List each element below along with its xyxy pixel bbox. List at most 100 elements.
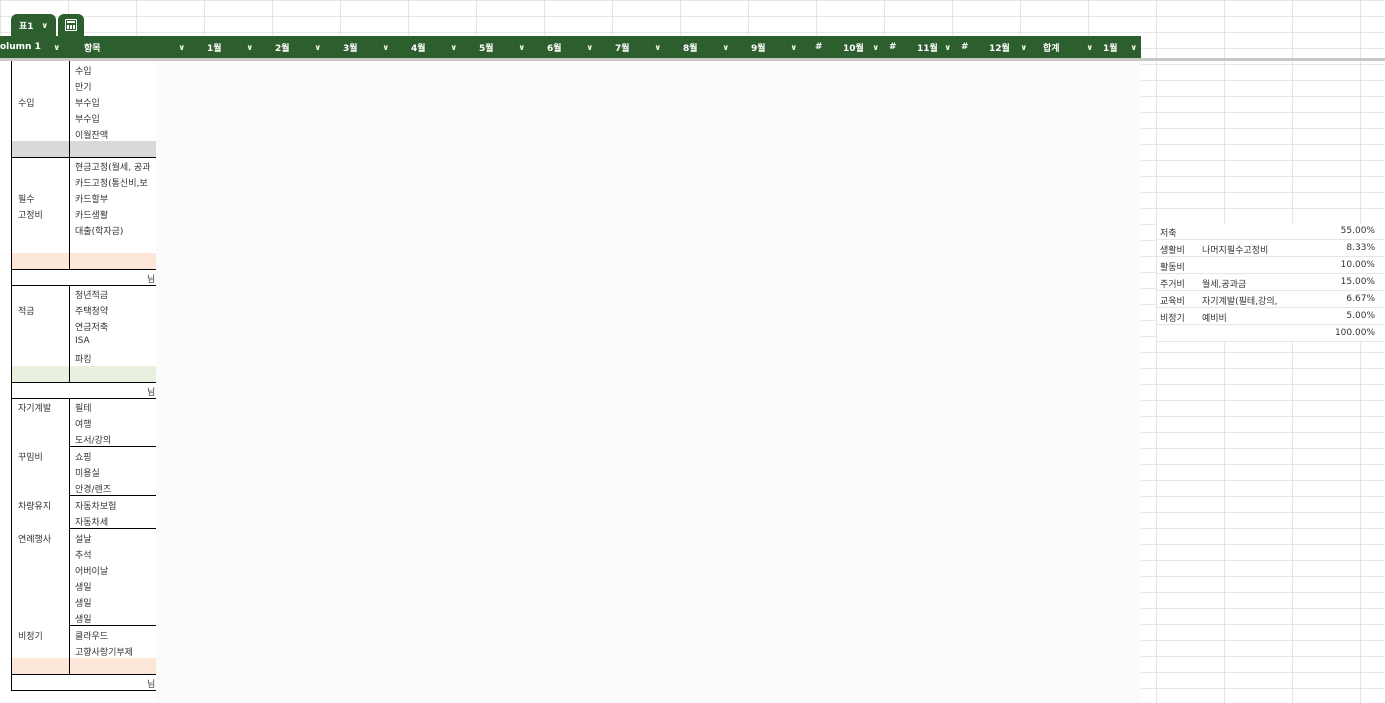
column-header-label: 합계 (1043, 43, 1060, 54)
table-row[interactable]: 생일 (0, 609, 156, 625)
column-header[interactable]: 5월 ∨ (463, 36, 531, 58)
section-border (69, 398, 70, 675)
section-border (11, 285, 12, 383)
column-header[interactable]: 4월 ∨ (395, 36, 463, 58)
table-row[interactable]: 대출(학자금) (0, 221, 156, 237)
chevron-down-icon[interactable]: ∨ (179, 43, 186, 52)
table-row[interactable]: 활동비 10.00% (1157, 257, 1385, 274)
column-header[interactable]: # (881, 36, 907, 58)
table-row[interactable]: 카드고정(통신비,보 (0, 173, 156, 189)
column-header[interactable]: 1월 ∨ (1099, 36, 1141, 58)
table-row[interactable]: 연금저축 (0, 317, 156, 333)
chevron-down-icon[interactable]: ∨ (723, 43, 730, 52)
chevron-down-icon[interactable]: ∨ (1021, 43, 1028, 52)
column-header-label: 3월 (343, 43, 358, 54)
table-row[interactable]: 비정기 클라우드 (0, 626, 156, 642)
column-header[interactable]: # (953, 36, 979, 58)
column-header[interactable]: 12월 ∨ (979, 36, 1031, 58)
chevron-down-icon[interactable]: ∨ (655, 43, 662, 52)
column-header-label: 9월 (751, 43, 766, 54)
chevron-down-icon[interactable]: ∨ (54, 43, 61, 52)
table-row[interactable]: 100.00% (1157, 325, 1385, 342)
item-label: 이월잔액 (75, 131, 109, 141)
column-header[interactable]: 11월 ∨ (907, 36, 953, 58)
column-header[interactable]: 8월 ∨ (667, 36, 735, 58)
column-header[interactable]: 3월 ∨ (327, 36, 395, 58)
column-header[interactable]: 9월 ∨ (735, 36, 803, 58)
table-row[interactable]: 만기 (0, 77, 156, 93)
table-row[interactable]: 도서/강의 (0, 430, 156, 446)
chevron-down-icon[interactable]: ∨ (587, 43, 594, 52)
ratio-pct: 55.00% (1340, 226, 1375, 236)
table-row[interactable]: ISA (0, 333, 156, 349)
chevron-down-icon[interactable]: ∨ (315, 43, 322, 52)
table-row[interactable]: 미용실 (0, 463, 156, 479)
column-header[interactable]: 10월 ∨ (835, 36, 881, 58)
ratio-pct: 10.00% (1340, 260, 1375, 270)
chevron-down-icon[interactable]: ∨ (519, 43, 526, 52)
table-row[interactable]: 생활비 나머지필수고정비 8.33% (1157, 240, 1385, 257)
income-total-row[interactable] (11, 141, 156, 157)
column-header[interactable]: 합계 ∨ (1031, 36, 1099, 58)
chevron-down-icon[interactable]: ∨ (873, 43, 880, 52)
table-row[interactable]: 생일 (0, 593, 156, 609)
table-row[interactable]: 어버이날 (0, 561, 156, 577)
table-row[interactable]: 비정기 예비비 5.00% (1157, 308, 1385, 325)
table-row[interactable]: 고향사랑기부제 (0, 642, 156, 658)
column-header-label: 항목 (84, 43, 101, 54)
ratio-desc: 예비비 (1202, 314, 1227, 324)
column-header-label: 7월 (615, 43, 630, 54)
column-header[interactable]: 2월 ∨ (259, 36, 327, 58)
table-row[interactable]: 생일 (0, 577, 156, 593)
chevron-down-icon[interactable]: ∨ (1087, 43, 1094, 52)
ratio-pct: 100.00% (1334, 328, 1375, 338)
table-row[interactable]: 안경/렌즈 (0, 479, 156, 495)
table-row[interactable]: 자기계발 필테 (0, 398, 156, 414)
table-row[interactable]: 적금 주택청약 (0, 301, 156, 317)
ratio-key: 생활비 (1160, 246, 1185, 256)
table-row[interactable]: 파킹 (0, 349, 156, 365)
column-header[interactable]: 1월 ∨ (191, 36, 259, 58)
table-row[interactable]: 수입 부수입 (0, 93, 156, 109)
table-row[interactable]: 수입 (0, 61, 156, 77)
table-row[interactable]: 차량유지 자동차보험 (0, 496, 156, 512)
savings-total-row[interactable] (11, 366, 156, 382)
table-row[interactable]: 필수 카드할부 (0, 189, 156, 205)
table-row[interactable]: 청년적금 (0, 285, 156, 301)
table-row[interactable]: 주거비 월세,공과금 15.00% (1157, 274, 1385, 291)
column-header[interactable]: 항목 ∨ (68, 36, 191, 58)
table-row[interactable]: 교육비 자기계발(필테,강의,도서 6.67% (1157, 291, 1385, 308)
column-header[interactable]: # (803, 36, 835, 58)
chevron-down-icon[interactable]: ∨ (1131, 43, 1138, 52)
table-row[interactable]: 여행 (0, 414, 156, 430)
table-body: 수입 만기 수입 부수입 부수입 이월잔액 현금고정(월세, 공과 카드고정(통… (0, 61, 1141, 703)
column-header[interactable]: 6월 ∨ (531, 36, 599, 58)
chevron-down-icon[interactable]: ∨ (945, 43, 952, 52)
chevron-down-icon[interactable]: ∨ (451, 43, 458, 52)
item-label: 미용실 (75, 469, 100, 479)
table-row[interactable]: 자동차세 (0, 512, 156, 528)
column-header-label: 6월 (547, 43, 562, 54)
table-row[interactable]: 꾸밈비 쇼핑 (0, 447, 156, 463)
fixed-total-row[interactable] (11, 253, 156, 269)
column-header-label: 1월 (1103, 43, 1118, 54)
column-header[interactable]: olumn 1 ∨ (0, 36, 68, 58)
table-row[interactable]: 고정비 카드생활 (0, 205, 156, 221)
table-row[interactable]: 연례행사 설날 (0, 529, 156, 545)
calculator-tab[interactable] (58, 14, 85, 36)
tab-table1[interactable]: 표1 ∨ (11, 14, 57, 36)
table-row[interactable]: 추석 (0, 545, 156, 561)
overflow-text: 님 (147, 275, 156, 285)
table-row[interactable]: 현금고정(월세, 공과 (0, 157, 156, 173)
ratio-key: 교육비 (1160, 297, 1185, 307)
expense-total-row[interactable] (11, 658, 156, 674)
table-row[interactable]: 부수입 (0, 109, 156, 125)
column-header-label: 1월 (207, 43, 222, 54)
chevron-down-icon[interactable]: ∨ (383, 43, 390, 52)
chevron-down-icon[interactable]: ∨ (42, 21, 49, 30)
table-row[interactable]: 이월잔액 (0, 125, 156, 141)
chevron-down-icon[interactable]: ∨ (791, 43, 798, 52)
column-header[interactable]: 7월 ∨ (599, 36, 667, 58)
chevron-down-icon[interactable]: ∨ (247, 43, 254, 52)
table-row[interactable]: 저축 55.00% (1157, 223, 1385, 240)
